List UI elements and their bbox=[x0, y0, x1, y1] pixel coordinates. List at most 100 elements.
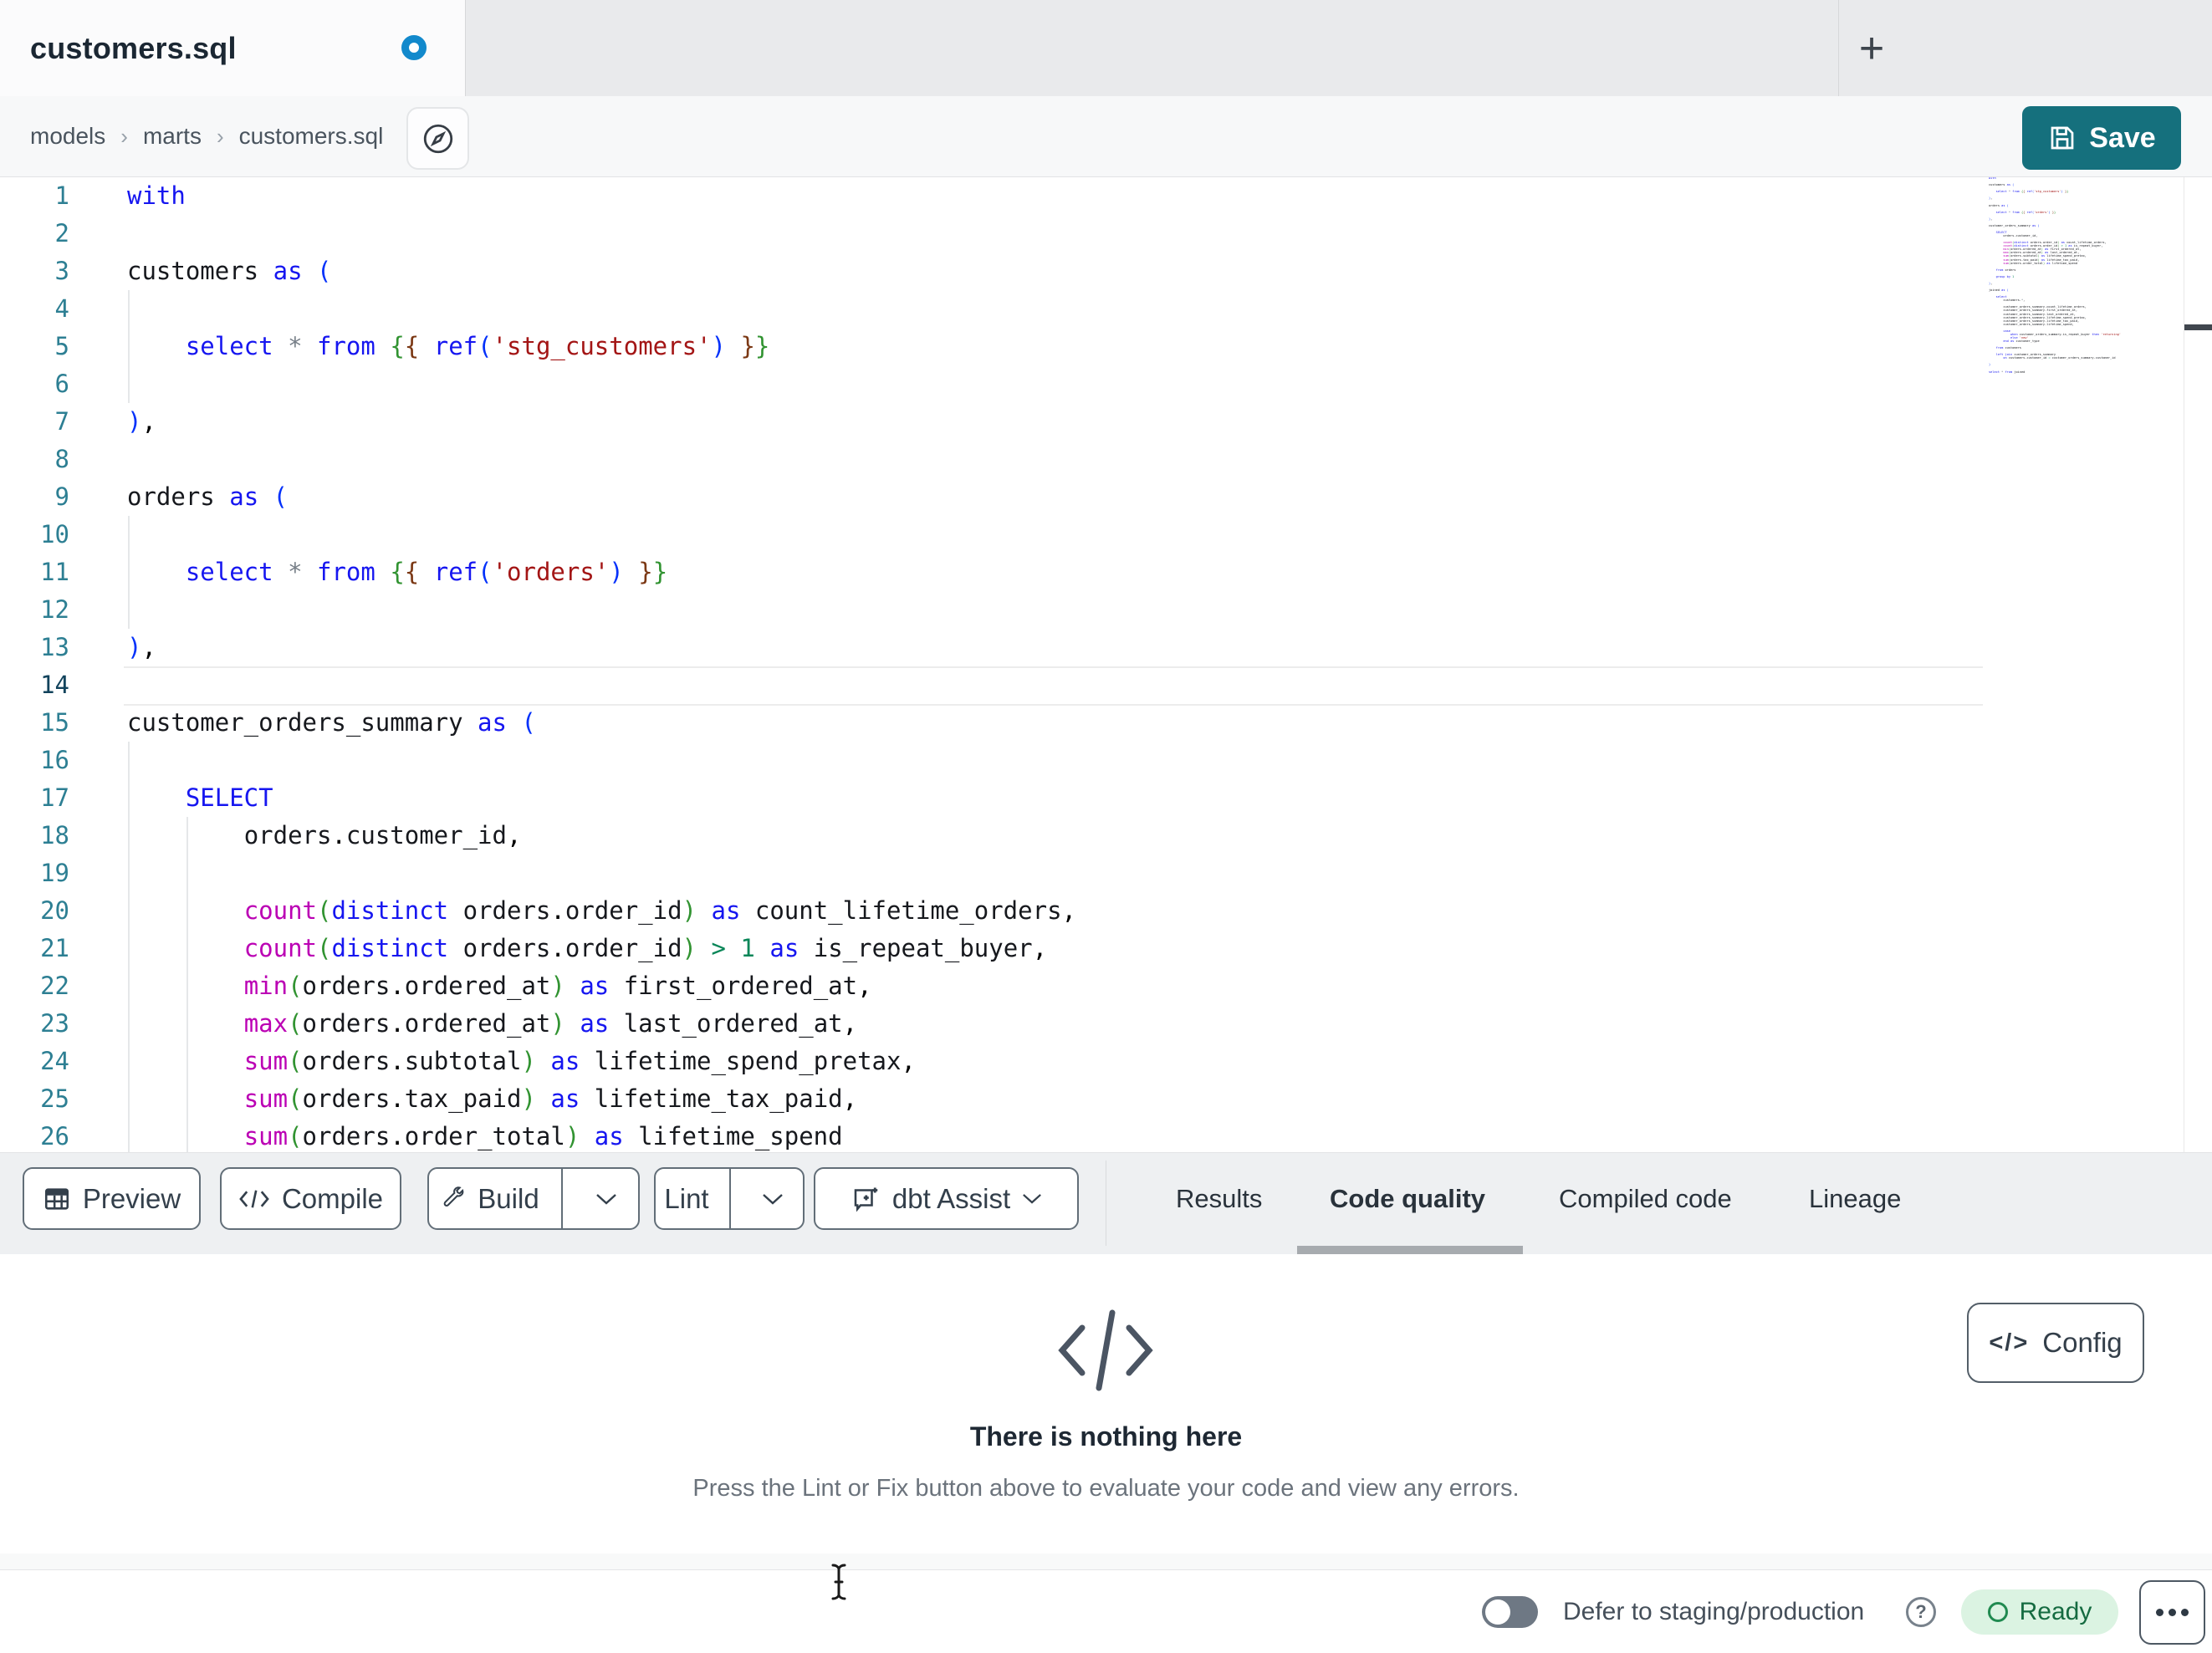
code-line[interactable]: 25 sum(orders.tax_paid) as lifetime_tax_… bbox=[0, 1080, 2184, 1118]
code-editor[interactable]: 1 with 2 3 customers as ( 4 5 select * from {{… bbox=[0, 177, 2212, 1152]
scrollbar-marker[interactable] bbox=[2184, 324, 2212, 330]
tab-bar: customers.sql + bbox=[0, 0, 2212, 96]
tab-lineage[interactable]: Lineage bbox=[1809, 1152, 1901, 1246]
code-line[interactable]: 17 SELECT bbox=[0, 779, 2184, 817]
build-dropdown-button[interactable] bbox=[575, 1169, 638, 1228]
dbt-assist-button[interactable]: dbt Assist bbox=[814, 1167, 1079, 1230]
line-number: 11 bbox=[40, 558, 69, 586]
line-number: 4 bbox=[54, 294, 69, 323]
indent-guide bbox=[186, 930, 188, 967]
chevron-down-icon bbox=[596, 1193, 616, 1205]
line-number: 12 bbox=[40, 595, 69, 624]
code-line[interactable]: 11 select * from {{ ref('orders') }} bbox=[0, 554, 2184, 591]
lint-button[interactable]: Lint bbox=[656, 1169, 718, 1228]
line-number: 26 bbox=[40, 1122, 69, 1150]
line-number: 14 bbox=[40, 671, 69, 699]
more-options-button[interactable] bbox=[2139, 1580, 2205, 1645]
code-line[interactable]: 13), bbox=[0, 629, 2184, 666]
code-line[interactable]: 26 sum(orders.order_total) as lifetime_s… bbox=[0, 1118, 2184, 1152]
breadcrumb-item-file[interactable]: customers.sql bbox=[239, 123, 384, 150]
preview-button[interactable]: Preview bbox=[23, 1167, 201, 1230]
line-number: 9 bbox=[54, 482, 69, 511]
breadcrumb-item-models[interactable]: models bbox=[30, 123, 105, 150]
indent-guide bbox=[128, 1005, 130, 1043]
tab-code-quality[interactable]: Code quality bbox=[1330, 1152, 1485, 1246]
panel-bottom-strip bbox=[0, 1554, 2212, 1570]
indent-guide bbox=[128, 892, 130, 930]
new-tab-button[interactable]: + bbox=[1842, 0, 1901, 96]
build-button[interactable]: Build bbox=[429, 1169, 549, 1228]
line-number: 2 bbox=[54, 219, 69, 247]
code-line[interactable]: 14 bbox=[0, 666, 2184, 704]
config-button[interactable]: </> Config bbox=[1967, 1303, 2144, 1383]
indent-guide bbox=[186, 855, 188, 892]
status-circle-icon bbox=[1987, 1602, 2008, 1622]
status-badge[interactable]: Ready bbox=[1961, 1589, 2118, 1635]
minimap[interactable]: with customers as ( select * from {{ ref… bbox=[1989, 177, 2183, 374]
plus-icon: + bbox=[1858, 23, 1885, 73]
code-line[interactable]: 19 bbox=[0, 855, 2184, 892]
code-line[interactable]: 6 bbox=[0, 365, 2184, 403]
code-line[interactable]: 16 bbox=[0, 742, 2184, 779]
compile-button-label: Compile bbox=[281, 1182, 384, 1214]
code-line[interactable]: 10 bbox=[0, 516, 2184, 554]
compass-icon bbox=[423, 124, 452, 153]
help-icon[interactable]: ? bbox=[1906, 1597, 1936, 1627]
breadcrumb-item-marts[interactable]: marts bbox=[143, 123, 202, 150]
indent-guide bbox=[128, 328, 130, 365]
defer-toggle[interactable] bbox=[1482, 1596, 1538, 1628]
code-line[interactable]: 1 with bbox=[0, 177, 2184, 215]
code-line[interactable]: 23 max(orders.ordered_at) as last_ordere… bbox=[0, 1005, 2184, 1043]
lint-dropdown-button[interactable] bbox=[743, 1169, 803, 1228]
line-number: 3 bbox=[54, 257, 69, 285]
tab-results-label: Results bbox=[1176, 1184, 1263, 1213]
code-line[interactable]: 21 count(distinct orders.order_id) > 1 a… bbox=[0, 930, 2184, 967]
code-line[interactable]: 12 bbox=[0, 591, 2184, 629]
code-line[interactable]: 7), bbox=[0, 403, 2184, 441]
tab-code-quality-label: Code quality bbox=[1330, 1184, 1486, 1213]
indent-guide bbox=[128, 817, 130, 855]
code-line[interactable]: 4 bbox=[0, 290, 2184, 328]
chevron-right-icon: › bbox=[216, 123, 224, 149]
code-line[interactable]: 2 bbox=[0, 215, 2184, 253]
line-number: 23 bbox=[40, 1009, 69, 1038]
code-icon bbox=[239, 1189, 269, 1208]
indent-guide bbox=[128, 290, 130, 328]
file-tab-title: customers.sql bbox=[30, 30, 237, 65]
code-line[interactable]: 9 orders as ( bbox=[0, 478, 2184, 516]
lint-button-label: Lint bbox=[664, 1182, 709, 1214]
line-number: 6 bbox=[54, 370, 69, 398]
indent-guide bbox=[128, 1080, 130, 1118]
active-tab-underline bbox=[1297, 1246, 1523, 1254]
code-line[interactable]: 20 count(distinct orders.order_id) as co… bbox=[0, 892, 2184, 930]
code-line[interactable]: 8 bbox=[0, 441, 2184, 478]
code-line[interactable]: 5 select * from {{ ref('stg_customers') … bbox=[0, 328, 2184, 365]
code-line[interactable]: 22 min(orders.ordered_at) as first_order… bbox=[0, 967, 2184, 1005]
results-panel bbox=[0, 1254, 2212, 1554]
text-cursor-pointer bbox=[826, 1562, 851, 1606]
line-number: 21 bbox=[40, 934, 69, 962]
breadcrumb: models › marts › customers.sql bbox=[30, 96, 383, 176]
indent-guide bbox=[186, 1080, 188, 1118]
line-number: 20 bbox=[40, 896, 69, 925]
compile-button[interactable]: Compile bbox=[220, 1167, 401, 1230]
indent-guide bbox=[128, 967, 130, 1005]
save-button[interactable]: Save bbox=[2022, 106, 2181, 170]
indent-guide bbox=[186, 1005, 188, 1043]
code-line[interactable]: 3 customers as ( bbox=[0, 253, 2184, 290]
explore-lineage-button[interactable] bbox=[406, 107, 469, 170]
code-line[interactable]: 18 orders.customer_id, bbox=[0, 817, 2184, 855]
file-tab-customers-sql[interactable]: customers.sql bbox=[0, 0, 466, 96]
code-icon: </> bbox=[1989, 1329, 2030, 1356]
status-badge-label: Ready bbox=[2019, 1598, 2092, 1625]
chevron-right-icon: › bbox=[120, 123, 128, 149]
code-line[interactable]: 15 customer_orders_summary as ( bbox=[0, 704, 2184, 742]
tab-compiled-code[interactable]: Compiled code bbox=[1559, 1152, 1732, 1246]
table-icon bbox=[44, 1187, 69, 1210]
indent-guide bbox=[128, 742, 130, 779]
minimap-content: with customers as ( select * from {{ ref… bbox=[1989, 177, 2122, 374]
divider bbox=[729, 1169, 731, 1228]
indent-guide bbox=[128, 1043, 130, 1080]
tab-results[interactable]: Results bbox=[1176, 1152, 1262, 1246]
code-line[interactable]: 24 sum(orders.subtotal) as lifetime_spen… bbox=[0, 1043, 2184, 1080]
